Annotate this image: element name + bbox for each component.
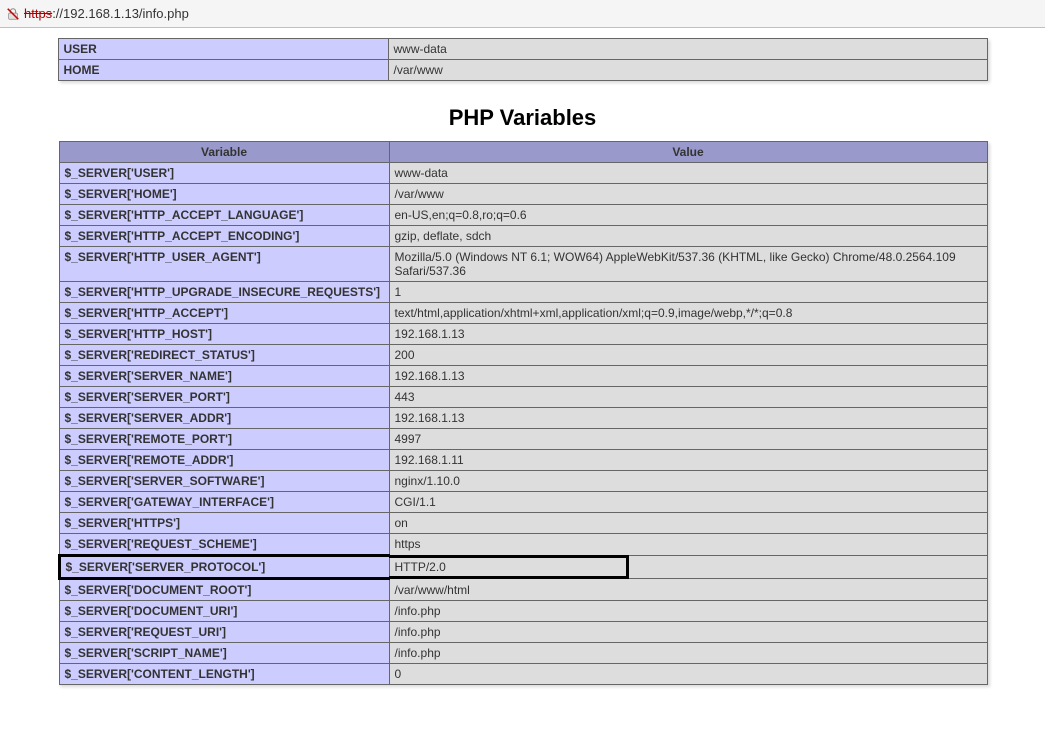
variable-name-cell: $_SERVER['SERVER_PROTOCOL'] <box>59 556 389 579</box>
variable-name-cell: $_SERVER['SERVER_NAME'] <box>59 366 389 387</box>
variable-value-cell: https <box>389 534 987 556</box>
table-row: $_SERVER['SERVER_PROTOCOL']HTTP/2.0 <box>59 556 987 579</box>
variable-name-cell: $_SERVER['SERVER_SOFTWARE'] <box>59 471 389 492</box>
variable-name-cell: $_SERVER['HOME'] <box>59 184 389 205</box>
variable-value-cell: 192.168.1.11 <box>389 450 987 471</box>
table-row: $_SERVER['REDIRECT_STATUS']200 <box>59 345 987 366</box>
variable-value-cell: 0 <box>389 664 987 685</box>
variable-name-cell: $_SERVER['REQUEST_URI'] <box>59 622 389 643</box>
variable-name-cell: $_SERVER['HTTP_USER_AGENT'] <box>59 247 389 282</box>
variable-value-cell: /info.php <box>389 622 987 643</box>
variable-name-cell: $_SERVER['DOCUMENT_ROOT'] <box>59 579 389 601</box>
variable-value-cell: 192.168.1.13 <box>389 408 987 429</box>
browser-address-bar[interactable]: https://192.168.1.13/info.php <box>0 0 1045 28</box>
table-row: $_SERVER['HOME']/var/www <box>59 184 987 205</box>
column-header-variable: Variable <box>59 142 389 163</box>
variable-value-cell: gzip, deflate, sdch <box>389 226 987 247</box>
variable-value-cell: en-US,en;q=0.8,ro;q=0.6 <box>389 205 987 226</box>
table-row: $_SERVER['HTTP_ACCEPT_ENCODING']gzip, de… <box>59 226 987 247</box>
table-row: $_SERVER['SERVER_PORT']443 <box>59 387 987 408</box>
table-row: $_SERVER['REMOTE_ADDR']192.168.1.11 <box>59 450 987 471</box>
variable-value-cell: 192.168.1.13 <box>389 366 987 387</box>
page-content: USERwww-dataHOME/var/www PHP Variables V… <box>0 28 1045 715</box>
table-row: $_SERVER['SERVER_NAME']192.168.1.13 <box>59 366 987 387</box>
table-row: $_SERVER['HTTP_HOST']192.168.1.13 <box>59 324 987 345</box>
url-protocol: https <box>24 6 52 21</box>
variable-value-cell: /var/www <box>388 60 987 81</box>
table-row: $_SERVER['REQUEST_SCHEME']https <box>59 534 987 556</box>
variable-name-cell: $_SERVER['HTTP_ACCEPT_LANGUAGE'] <box>59 205 389 226</box>
table-row: $_SERVER['HTTP_UPGRADE_INSECURE_REQUESTS… <box>59 282 987 303</box>
table-header-row: Variable Value <box>59 142 987 163</box>
table-row: $_SERVER['USER']www-data <box>59 163 987 184</box>
variable-name-cell: $_SERVER['SCRIPT_NAME'] <box>59 643 389 664</box>
variable-value-cell: www-data <box>388 39 987 60</box>
variable-name-cell: $_SERVER['REDIRECT_STATUS'] <box>59 345 389 366</box>
variable-value-cell: 200 <box>389 345 987 366</box>
variable-name-cell: $_SERVER['HTTP_HOST'] <box>59 324 389 345</box>
table-row: $_SERVER['HTTPS']on <box>59 513 987 534</box>
variable-value-cell: /var/www/html <box>389 579 987 601</box>
variable-value-cell: nginx/1.10.0 <box>389 471 987 492</box>
table-row: $_SERVER['SERVER_SOFTWARE']nginx/1.10.0 <box>59 471 987 492</box>
variable-value-cell: text/html,application/xhtml+xml,applicat… <box>389 303 987 324</box>
variable-name-cell: $_SERVER['HTTP_ACCEPT'] <box>59 303 389 324</box>
environment-table: USERwww-dataHOME/var/www <box>58 38 988 81</box>
section-title: PHP Variables <box>449 105 597 131</box>
variable-name-cell: USER <box>58 39 388 60</box>
url-text[interactable]: https://192.168.1.13/info.php <box>24 6 189 21</box>
column-header-value: Value <box>389 142 987 163</box>
variable-value-cell: HTTP/2.0 <box>389 556 987 579</box>
variable-name-cell: $_SERVER['SERVER_PORT'] <box>59 387 389 408</box>
table-row: $_SERVER['HTTP_ACCEPT']text/html,applica… <box>59 303 987 324</box>
variable-name-cell: $_SERVER['REQUEST_SCHEME'] <box>59 534 389 556</box>
table-row: $_SERVER['REMOTE_PORT']4997 <box>59 429 987 450</box>
variable-value-cell: www-data <box>389 163 987 184</box>
variable-name-cell: $_SERVER['GATEWAY_INTERFACE'] <box>59 492 389 513</box>
table-row: $_SERVER['SERVER_ADDR']192.168.1.13 <box>59 408 987 429</box>
variable-value-cell: /var/www <box>389 184 987 205</box>
url-rest: ://192.168.1.13/info.php <box>52 6 189 21</box>
table-row: $_SERVER['DOCUMENT_ROOT']/var/www/html <box>59 579 987 601</box>
variable-value-cell: 443 <box>389 387 987 408</box>
variable-value-cell: /info.php <box>389 601 987 622</box>
table-row: $_SERVER['SCRIPT_NAME']/info.php <box>59 643 987 664</box>
table-row: USERwww-data <box>58 39 987 60</box>
table-row: $_SERVER['GATEWAY_INTERFACE']CGI/1.1 <box>59 492 987 513</box>
variable-name-cell: $_SERVER['HTTP_UPGRADE_INSECURE_REQUESTS… <box>59 282 389 303</box>
variable-name-cell: $_SERVER['SERVER_ADDR'] <box>59 408 389 429</box>
table-row: $_SERVER['HTTP_ACCEPT_LANGUAGE']en-US,en… <box>59 205 987 226</box>
variable-name-cell: $_SERVER['CONTENT_LENGTH'] <box>59 664 389 685</box>
variable-value-cell: 4997 <box>389 429 987 450</box>
highlight-box <box>389 555 629 579</box>
variable-value-cell: 1 <box>389 282 987 303</box>
ssl-error-icon <box>6 7 20 21</box>
variable-value-cell: 192.168.1.13 <box>389 324 987 345</box>
table-row: $_SERVER['HTTP_USER_AGENT']Mozilla/5.0 (… <box>59 247 987 282</box>
variable-name-cell: $_SERVER['DOCUMENT_URI'] <box>59 601 389 622</box>
variable-name-cell: HOME <box>58 60 388 81</box>
variable-value-cell: /info.php <box>389 643 987 664</box>
variable-name-cell: $_SERVER['REMOTE_ADDR'] <box>59 450 389 471</box>
variable-name-cell: $_SERVER['HTTP_ACCEPT_ENCODING'] <box>59 226 389 247</box>
table-row: HOME/var/www <box>58 60 987 81</box>
variable-value-cell: Mozilla/5.0 (Windows NT 6.1; WOW64) Appl… <box>389 247 987 282</box>
php-variables-table: Variable Value $_SERVER['USER']www-data$… <box>58 141 988 685</box>
variable-name-cell: $_SERVER['HTTPS'] <box>59 513 389 534</box>
variable-name-cell: $_SERVER['REMOTE_PORT'] <box>59 429 389 450</box>
table-row: $_SERVER['REQUEST_URI']/info.php <box>59 622 987 643</box>
variable-name-cell: $_SERVER['USER'] <box>59 163 389 184</box>
table-row: $_SERVER['DOCUMENT_URI']/info.php <box>59 601 987 622</box>
table-row: $_SERVER['CONTENT_LENGTH']0 <box>59 664 987 685</box>
variable-value-cell: CGI/1.1 <box>389 492 987 513</box>
variable-value-cell: on <box>389 513 987 534</box>
